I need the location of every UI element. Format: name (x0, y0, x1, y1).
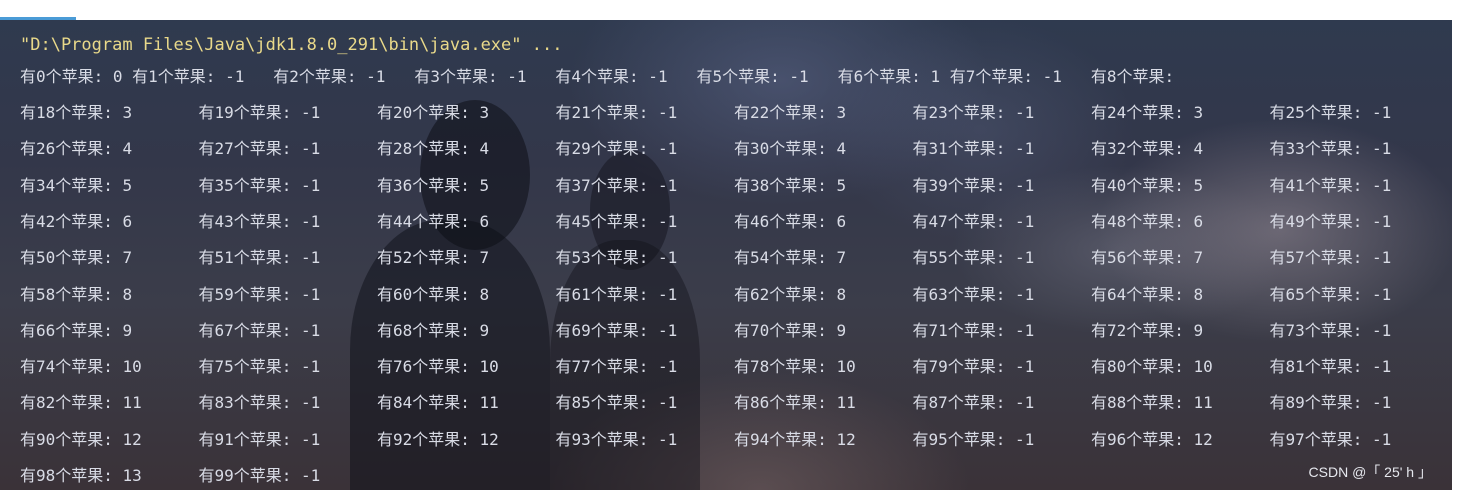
output-entry: 有92个苹果: 12 (377, 429, 499, 449)
output-entry: 有54个苹果: 7 (734, 248, 847, 268)
output-entry: 有55个苹果: -1 (912, 248, 1035, 268)
console-output-panel[interactable]: "D:\Program Files\Java\jdk1.8.0_291\bin\… (0, 20, 1452, 490)
output-entry: 有82个苹果: 11 (20, 393, 142, 413)
output-entry: 有63个苹果: -1 (912, 284, 1035, 304)
output-entry: 有78个苹果: 10 (734, 357, 856, 377)
output-entry: 有44个苹果: 6 (377, 211, 490, 231)
output-entry: 有22个苹果: 3 (734, 103, 847, 122)
output-entry: 有23个苹果: -1 (912, 103, 1035, 122)
output-entry: 有79个苹果: -1 (912, 357, 1035, 377)
output-entry: 有97个苹果: -1 (1269, 429, 1392, 449)
output-entry: 有42个苹果: 6 (20, 211, 133, 231)
output-entry: 有87个苹果: -1 (912, 393, 1035, 413)
output-entry: 有73个苹果: -1 (1269, 320, 1392, 340)
output-entry: 有56个苹果: 7 (1091, 248, 1204, 268)
output-entry: 有81个苹果: -1 (1269, 357, 1392, 377)
output-entry: 有26个苹果: 4 (20, 139, 133, 159)
output-entry: 有20个苹果: 3 (377, 103, 490, 122)
output-entry: 有70个苹果: 9 (734, 320, 847, 340)
output-entry: 有47个苹果: -1 (912, 211, 1035, 231)
window-top-strip (0, 0, 1458, 20)
output-entry: 有6个苹果: 1 (837, 67, 950, 86)
output-entry: 有62个苹果: 8 (734, 284, 847, 304)
run-command-line: "D:\Program Files\Java\jdk1.8.0_291\bin\… (20, 35, 563, 55)
output-entry: 有7个苹果: -1 (949, 67, 1091, 86)
output-entry: 有45个苹果: -1 (555, 211, 678, 231)
output-first-line: 有0个苹果: 0 有1个苹果: -1 有2个苹果: -1 有3个苹果: -1 有… (20, 65, 1174, 89)
output-entry: 有39个苹果: -1 (912, 175, 1035, 195)
output-entry: 有1个苹果: -1 (132, 67, 274, 86)
output-entry: 有60个苹果: 8 (377, 284, 490, 304)
output-entry: 有66个苹果: 9 (20, 320, 133, 340)
output-entry: 有43个苹果: -1 (198, 211, 321, 231)
output-entry: 有61个苹果: -1 (555, 284, 678, 304)
output-entry: 有96个苹果: 12 (1091, 429, 1213, 449)
output-entry: 有36个苹果: 5 (377, 175, 490, 195)
output-entry: 有33个苹果: -1 (1269, 139, 1392, 159)
output-entry: 有29个苹果: -1 (555, 139, 678, 159)
output-entry: 有98个苹果: 13 (20, 466, 142, 485)
output-entry: 有57个苹果: -1 (1269, 248, 1392, 268)
output-entry: 有77个苹果: -1 (555, 357, 678, 377)
output-entry: 有71个苹果: -1 (912, 320, 1035, 340)
output-entry: 有75个苹果: -1 (198, 357, 321, 377)
output-entry: 有38个苹果: 5 (734, 175, 847, 195)
output-entry: 有32个苹果: 4 (1091, 139, 1204, 159)
output-entry: 有84个苹果: 11 (377, 393, 499, 413)
output-entry: 有41个苹果: -1 (1269, 175, 1392, 195)
output-entry: 有99个苹果: -1 (198, 466, 321, 485)
csdn-watermark: CSDN @「 25' h 」 (1308, 464, 1432, 480)
output-entry: 有3个苹果: -1 (414, 67, 556, 86)
output-entry: 有89个苹果: -1 (1269, 393, 1392, 413)
output-entry: 有24个苹果: 3 (1091, 103, 1204, 122)
output-entry: 有18个苹果: 3 (20, 103, 133, 122)
output-entry: 有68个苹果: 9 (377, 320, 490, 340)
output-entry: 有28个苹果: 4 (377, 139, 490, 159)
output-entry: 有67个苹果: -1 (198, 320, 321, 340)
output-entry: 有88个苹果: 11 (1091, 393, 1213, 413)
output-entry: 有37个苹果: -1 (555, 175, 678, 195)
output-entry: 有30个苹果: 4 (734, 139, 847, 159)
output-entry: 有91个苹果: -1 (198, 429, 321, 449)
output-entry: 有53个苹果: -1 (555, 248, 678, 268)
output-entry: 有65个苹果: -1 (1269, 284, 1392, 304)
output-entry: 有21个苹果: -1 (555, 103, 678, 122)
console-scrollbar[interactable] (1452, 20, 1458, 490)
output-entry: 有4个苹果: -1 (555, 67, 697, 86)
output-entry: 有93个苹果: -1 (555, 429, 678, 449)
output-entry: 有8个苹果: (1090, 67, 1175, 86)
output-entry: 有85个苹果: -1 (555, 393, 678, 413)
output-entry: 有95个苹果: -1 (912, 429, 1035, 449)
output-entry: 有64个苹果: 8 (1091, 284, 1204, 304)
output-entry: 有50个苹果: 7 (20, 248, 133, 268)
output-entry: 有35个苹果: -1 (198, 175, 321, 195)
output-entry: 有34个苹果: 5 (20, 175, 133, 195)
output-entry: 有94个苹果: 12 (734, 429, 856, 449)
output-entry: 有80个苹果: 10 (1091, 357, 1213, 377)
output-entry: 有90个苹果: 12 (20, 429, 142, 449)
output-entry: 有59个苹果: -1 (198, 284, 321, 304)
output-entry: 有52个苹果: 7 (377, 248, 490, 268)
output-entry: 有27个苹果: -1 (198, 139, 321, 159)
output-entry: 有40个苹果: 5 (1091, 175, 1204, 195)
output-entry: 有51个苹果: -1 (198, 248, 321, 268)
output-entry: 有5个苹果: -1 (696, 67, 838, 86)
output-entry: 有46个苹果: 6 (734, 211, 847, 231)
output-entry: 有69个苹果: -1 (555, 320, 678, 340)
output-entry: 有58个苹果: 8 (20, 284, 133, 304)
output-entry: 有25个苹果: -1 (1269, 103, 1392, 122)
output-entry: 有76个苹果: 10 (377, 357, 499, 377)
output-entry: 有19个苹果: -1 (198, 103, 321, 122)
output-entry: 有0个苹果: 0 (20, 67, 133, 86)
output-entry: 有74个苹果: 10 (20, 357, 142, 377)
output-entry: 有72个苹果: 9 (1091, 320, 1204, 340)
output-entry: 有48个苹果: 6 (1091, 211, 1204, 231)
output-entry: 有2个苹果: -1 (273, 67, 415, 86)
output-entry: 有86个苹果: 11 (734, 393, 856, 413)
output-entry: 有31个苹果: -1 (912, 139, 1035, 159)
output-entry: 有49个苹果: -1 (1269, 211, 1392, 231)
output-entry: 有83个苹果: -1 (198, 393, 321, 413)
